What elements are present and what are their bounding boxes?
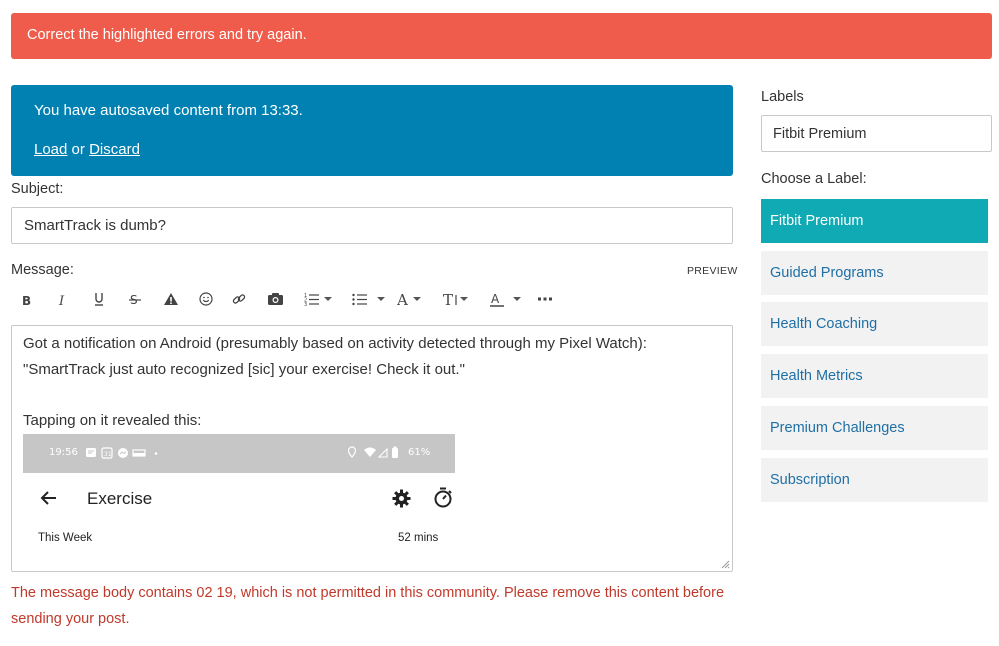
or-text: or — [71, 141, 85, 158]
font-family-button[interactable]: A — [395, 286, 423, 312]
smiley-icon — [199, 292, 213, 306]
label-option-subscription[interactable]: Subscription — [761, 458, 988, 502]
labels-heading: Labels — [761, 89, 804, 105]
strikethrough-button[interactable]: S — [126, 286, 144, 312]
font-size-button[interactable]: T — [441, 286, 469, 312]
embedded-screenshot: 19:56 31 61% Exercise This Week 52 mins — [23, 434, 455, 571]
svg-text:B: B — [22, 294, 31, 306]
more-icon — [538, 297, 552, 301]
this-week-label: This Week — [38, 532, 93, 544]
this-week-value: 52 mins — [398, 532, 439, 544]
system-status-icons — [348, 446, 398, 458]
editor-toolbar: B I S 123 A T A — [16, 286, 576, 312]
more-options-button[interactable] — [536, 286, 554, 312]
gear-icon — [392, 489, 411, 508]
chevron-down-icon — [413, 297, 421, 301]
subject-label: Subject: — [11, 181, 64, 197]
error-banner: Correct the highlighted errors and try a… — [11, 13, 992, 59]
bold-button[interactable]: B — [18, 286, 36, 312]
message-line: Tapping on it revealed this: — [23, 412, 202, 429]
message-line: "SmartTrack just auto recognized [sic] y… — [23, 361, 465, 378]
resize-handle-icon[interactable] — [721, 560, 730, 569]
notification-icons: 31 — [86, 447, 158, 459]
numbered-list-icon: 123 — [304, 293, 319, 306]
chevron-down-icon — [324, 297, 332, 301]
label-option-health-coaching[interactable]: Health Coaching — [761, 302, 988, 346]
warning-icon — [164, 293, 178, 305]
svg-text:A: A — [397, 292, 408, 307]
error-banner-text: Correct the highlighted errors and try a… — [27, 27, 307, 43]
numbered-list-button[interactable]: 123 — [301, 286, 335, 312]
label-option-guided-programs[interactable]: Guided Programs — [761, 251, 988, 295]
spoiler-button[interactable] — [162, 286, 180, 312]
camera-icon — [267, 293, 283, 305]
svg-text:I: I — [58, 294, 65, 306]
label-option-fitbit-premium[interactable]: Fitbit Premium — [761, 199, 988, 243]
insert-photo-button[interactable] — [265, 286, 285, 312]
label-option-premium-challenges[interactable]: Premium Challenges — [761, 406, 988, 450]
subject-input[interactable] — [11, 207, 733, 244]
chevron-down-icon — [512, 297, 521, 301]
text-size-icon: T — [443, 292, 457, 307]
arrow-left-icon — [40, 491, 56, 505]
message-line: Got a notification on Android (presumabl… — [23, 335, 647, 352]
autosave-message: You have autosaved content from 13:33. — [34, 102, 303, 119]
bullet-list-icon — [351, 293, 367, 306]
discard-link[interactable]: Discard — [89, 141, 140, 158]
labels-input[interactable] — [761, 115, 992, 152]
label-option-health-metrics[interactable]: Health Metrics — [761, 354, 988, 398]
chevron-down-icon — [376, 297, 385, 301]
svg-text:31: 31 — [104, 451, 112, 458]
emoji-button[interactable] — [197, 286, 215, 312]
link-button[interactable] — [230, 286, 248, 312]
underline-button[interactable] — [90, 286, 108, 312]
autosave-notice: You have autosaved content from 13:33. L… — [11, 85, 733, 176]
stopwatch-icon — [434, 487, 452, 508]
battery-percent: 61% — [408, 447, 431, 458]
svg-text:A: A — [491, 292, 500, 306]
italic-icon: I — [58, 294, 65, 306]
bullet-list-button[interactable] — [349, 286, 387, 312]
bold-icon: B — [22, 294, 31, 306]
link-icon — [232, 294, 246, 304]
load-link[interactable]: Load — [34, 141, 67, 158]
preview-button[interactable]: PREVIEW — [687, 265, 738, 277]
autosave-actions: Load or Discard — [34, 141, 140, 158]
underline-icon — [95, 293, 103, 306]
svg-text:T: T — [443, 292, 453, 307]
strikethrough-icon: S — [129, 293, 141, 306]
screenshot-title: Exercise — [87, 489, 153, 508]
message-editor[interactable]: Got a notification on Android (presumabl… — [11, 325, 733, 572]
status-bar: 19:56 31 61% — [23, 434, 455, 473]
svg-text:3: 3 — [304, 302, 307, 306]
message-label: Message: — [11, 262, 74, 278]
chevron-down-icon — [459, 297, 468, 301]
status-time: 19:56 — [49, 447, 78, 458]
text-color-icon: A — [489, 292, 504, 307]
italic-button[interactable]: I — [54, 286, 72, 312]
body-error-message: The message body contains 02 19, which i… — [11, 585, 725, 627]
choose-label-heading: Choose a Label: — [761, 171, 867, 187]
font-icon: A — [397, 292, 408, 307]
text-color-button[interactable]: A — [486, 286, 524, 312]
